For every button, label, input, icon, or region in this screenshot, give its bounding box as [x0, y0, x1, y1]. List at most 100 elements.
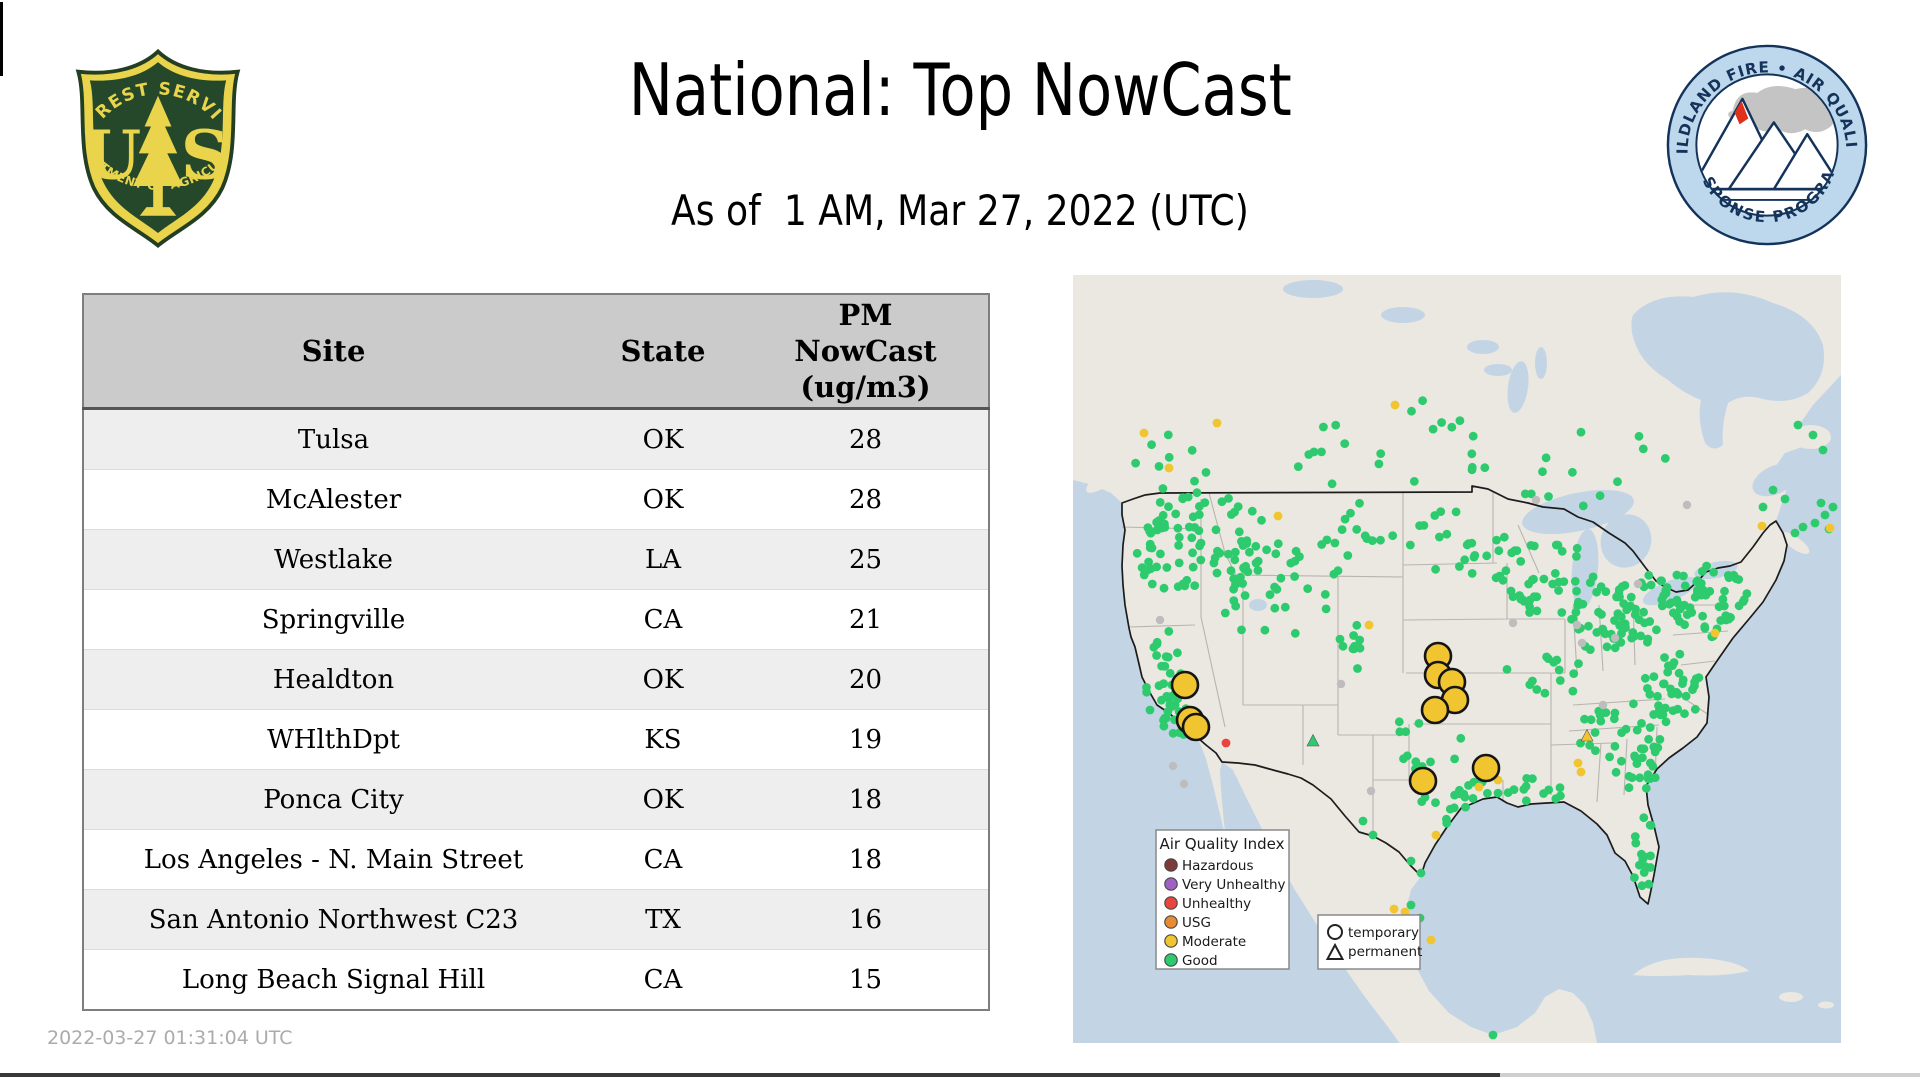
- station-dot-good: [1431, 798, 1440, 807]
- station-dot-moderate: [1573, 758, 1583, 768]
- station-dot-good: [1152, 525, 1162, 535]
- station-dot-good: [1143, 523, 1153, 532]
- value-cell: 18: [848, 784, 883, 815]
- station-dot-good: [1164, 694, 1174, 703]
- state-cell: KS: [644, 724, 682, 755]
- station-dot-good: [1290, 572, 1299, 581]
- station-dot-moderate: [1757, 521, 1767, 531]
- very-unhealthy-label: Very Unhealthy: [1182, 877, 1286, 893]
- station-dot-good: [1585, 645, 1595, 654]
- table-row: Tulsa OK 28: [83, 408, 989, 470]
- station-dot-good: [1820, 510, 1830, 520]
- station-dot-good: [1174, 541, 1183, 550]
- station-dot-good: [1147, 543, 1157, 553]
- station-dot-good: [1157, 661, 1166, 671]
- table-body: Tulsa OK 28 McAlester OK 28 Westlake LA 25 Spring…: [83, 408, 989, 1010]
- pm-header-lines: PM NowCast (ug/m3): [794, 298, 937, 404]
- station-dot-good: [1137, 563, 1147, 573]
- air-quality-map: Air Quality Index Hazardous Very Unhealt…: [1073, 275, 1841, 1043]
- page-title: National: Top NowCast: [628, 48, 1292, 132]
- station-dot-good: [1159, 721, 1169, 731]
- site-cell: Westlake: [274, 544, 393, 575]
- station-dot-good: [1262, 545, 1271, 555]
- station-dot-good: [1649, 672, 1659, 681]
- station-dot-good: [1343, 551, 1353, 560]
- site-cell: McAlester: [265, 484, 402, 515]
- station-dot-good: [1468, 794, 1478, 803]
- station-dot-good: [1668, 706, 1678, 715]
- station-dot-good: [1594, 607, 1603, 617]
- site-cell: WHlthDpt: [267, 724, 400, 755]
- station-dot-good: [1239, 563, 1248, 573]
- station-dot-good: [1790, 528, 1800, 538]
- station-dot-good: [1557, 608, 1567, 617]
- site-cell: Ponca City: [263, 784, 404, 815]
- station-dot-good: [1469, 552, 1479, 562]
- station-dot-good: [1644, 570, 1654, 580]
- station-dot-good: [1220, 608, 1230, 618]
- station-dot-good: [1613, 477, 1622, 487]
- station-dot-good: [1229, 596, 1239, 605]
- top-site-circle: [1420, 695, 1450, 725]
- station-dot-good: [1251, 558, 1261, 568]
- station-dot-good: [1692, 577, 1702, 587]
- station-dot-good: [1290, 628, 1300, 638]
- state-cell: OK: [642, 664, 684, 695]
- station-dot-good: [1442, 529, 1452, 539]
- station-dot-good: [1631, 604, 1640, 614]
- station-dot-good: [1628, 628, 1638, 637]
- station-dot-good: [1570, 576, 1580, 586]
- station-dot-good: [1455, 416, 1465, 425]
- station-dot-nodata: [1633, 579, 1643, 589]
- site-cell: San Antonio Northwest C23: [148, 904, 519, 935]
- station-dot-good: [1224, 494, 1233, 503]
- station-dot-good: [1658, 710, 1668, 720]
- station-dot-nodata: [1336, 679, 1346, 689]
- station-dot-good: [1517, 595, 1527, 604]
- station-dot-good: [1188, 548, 1197, 558]
- station-dot-good: [1596, 716, 1606, 726]
- station-dot-good: [1492, 535, 1501, 545]
- station-dot-good: [1437, 418, 1446, 427]
- station-dot-moderate: [1825, 523, 1835, 533]
- station-dot-good: [1414, 719, 1424, 728]
- station-dot-good: [1467, 569, 1477, 578]
- station-dot-good: [1572, 543, 1582, 553]
- station-dot-good: [1445, 804, 1455, 814]
- station-dot-good: [1585, 578, 1595, 587]
- station-dot-good: [1621, 724, 1631, 734]
- station-dot-good: [1353, 664, 1362, 673]
- station-dot-good: [1260, 625, 1270, 635]
- temporary-label: temporary: [1348, 925, 1419, 941]
- station-dot-good: [1226, 566, 1236, 576]
- station-dot-good: [1460, 555, 1470, 565]
- station-dot-nodata: [1598, 700, 1608, 710]
- table-header-row: Site State PM NowCast (ug/m3): [83, 294, 989, 410]
- station-dot-good: [1554, 665, 1564, 675]
- station-dot-good: [1174, 532, 1184, 542]
- station-dot-good: [1816, 498, 1826, 508]
- table-row: Springville CA 21: [83, 589, 989, 650]
- station-dot-good: [1637, 719, 1646, 728]
- table-row: Los Angeles - N. Main Street CA 18: [83, 829, 989, 890]
- station-dot-good: [1568, 686, 1578, 696]
- value-cell: 18: [848, 844, 883, 875]
- station-dot-nodata: [1610, 633, 1620, 643]
- station-dot-good: [1601, 587, 1611, 596]
- station-dot-good: [1158, 510, 1168, 520]
- site-cell: Springville: [261, 604, 406, 635]
- station-dot-good: [1157, 695, 1166, 705]
- station-dot-good: [1156, 549, 1165, 559]
- station-dot-nodata: [1572, 620, 1582, 630]
- col-site-header: Site: [83, 294, 583, 410]
- station-dot-good: [1276, 573, 1286, 583]
- station-dot-good: [1295, 552, 1304, 561]
- station-dot-good: [1643, 637, 1652, 647]
- station-dot-good: [1407, 406, 1416, 416]
- station-dot-good: [1163, 430, 1173, 440]
- station-dot-good: [1349, 631, 1358, 640]
- station-dot-good: [1519, 785, 1529, 794]
- table-row: Westlake LA 25: [83, 529, 989, 590]
- station-dot-good: [1280, 602, 1290, 612]
- station-dot-good: [1590, 728, 1600, 737]
